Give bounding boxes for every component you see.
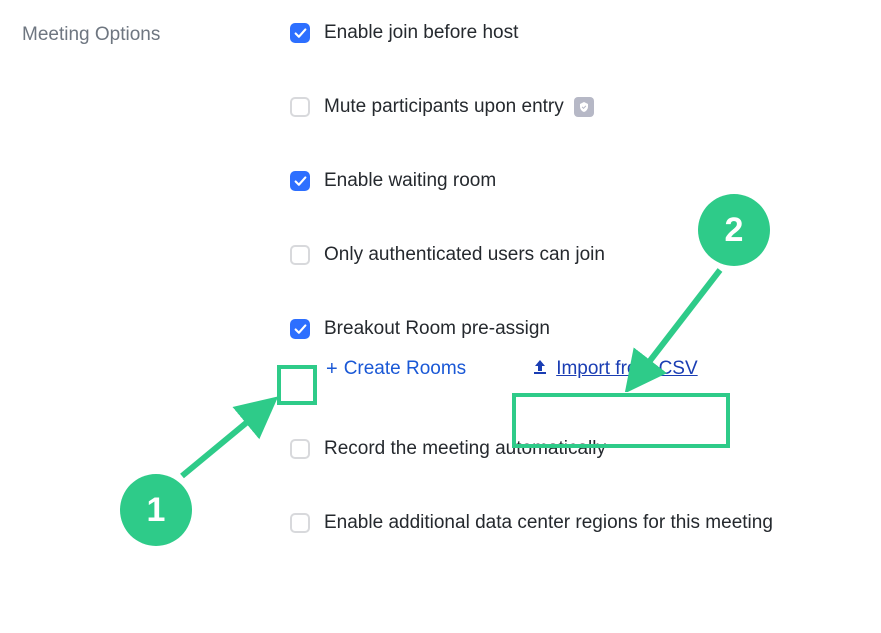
check-icon	[294, 323, 307, 336]
option-enable-join-before-host: Enable join before host	[290, 22, 773, 44]
option-label: Breakout Room pre-assign	[324, 318, 550, 340]
checkbox-enable-waiting-room[interactable]	[290, 171, 310, 191]
plus-icon: +	[326, 358, 338, 381]
option-enable-waiting-room: Enable waiting room	[290, 170, 773, 192]
import-csv-label: Import from CSV	[556, 358, 697, 380]
check-icon	[294, 175, 307, 188]
option-record-auto: Record the meeting automatically	[290, 438, 773, 460]
option-only-authenticated: Only authenticated users can join	[290, 244, 773, 266]
option-label: Mute participants upon entry	[324, 96, 564, 118]
checkbox-mute-participants[interactable]	[290, 97, 310, 117]
checkbox-only-authenticated[interactable]	[290, 245, 310, 265]
annotation-callout-1: 1	[120, 474, 192, 546]
create-rooms-button[interactable]: + Create Rooms	[326, 358, 466, 381]
locked-icon	[574, 97, 594, 117]
annotation-arrow-1	[172, 394, 279, 486]
section-label: Meeting Options	[22, 24, 160, 46]
option-additional-dc: Enable additional data center regions fo…	[290, 512, 773, 534]
option-label: Only authenticated users can join	[324, 244, 605, 266]
check-icon	[294, 27, 307, 40]
checkbox-additional-dc[interactable]	[290, 513, 310, 533]
option-mute-participants: Mute participants upon entry	[290, 96, 773, 118]
option-label: Enable additional data center regions fo…	[324, 512, 773, 534]
option-label: Record the meeting automatically	[324, 438, 606, 460]
meeting-options-list: Enable join before host Mute participant…	[290, 22, 773, 586]
option-label: Enable waiting room	[324, 170, 496, 192]
option-label: Enable join before host	[324, 22, 518, 44]
checkbox-enable-join-before-host[interactable]	[290, 23, 310, 43]
option-breakout-preassign: Breakout Room pre-assign	[290, 318, 773, 340]
breakout-sub-actions: + Create Rooms Import from CSV	[326, 348, 773, 390]
create-rooms-label: Create Rooms	[344, 358, 467, 380]
upload-icon	[532, 358, 548, 380]
import-from-csv-button[interactable]: Import from CSV	[518, 348, 711, 390]
checkbox-breakout-preassign[interactable]	[290, 319, 310, 339]
checkbox-record-auto[interactable]	[290, 439, 310, 459]
